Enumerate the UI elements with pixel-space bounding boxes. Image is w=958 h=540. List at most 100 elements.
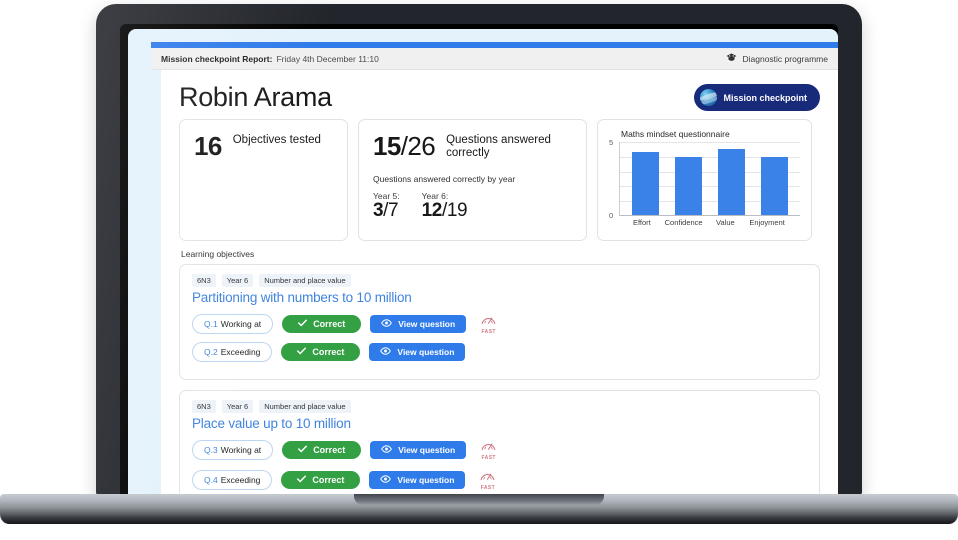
page-title: Robin Arama bbox=[179, 82, 332, 112]
question-status-label: Correct bbox=[312, 347, 345, 357]
y-axis-tick-max: 5 bbox=[609, 138, 614, 147]
chart-bar bbox=[632, 152, 659, 215]
question-status-label: Correct bbox=[313, 444, 346, 455]
speed-label: FAST bbox=[481, 329, 496, 335]
question-number: Q.4 bbox=[204, 474, 218, 485]
objectives-tested-card: 16 Objectives tested bbox=[179, 119, 348, 241]
check-icon bbox=[298, 319, 308, 329]
question-level-label: Exceeding bbox=[220, 347, 261, 357]
eye-icon bbox=[380, 347, 392, 357]
chart-x-axis-labels: Effort Confidence Value Enjoyment bbox=[607, 216, 802, 227]
report-meta-bar: Mission checkpoint Report: Friday 4th De… bbox=[151, 48, 838, 70]
objective-title[interactable]: Place value up to 10 million bbox=[192, 416, 807, 431]
laptop-lid: Mission checkpoint Report: Friday 4th De… bbox=[96, 4, 862, 496]
chart-x-label: Enjoyment bbox=[749, 218, 785, 227]
view-question-label: View question bbox=[398, 444, 456, 455]
speedometer-icon bbox=[481, 438, 496, 456]
mission-checkpoint-badge[interactable]: Mission checkpoint bbox=[694, 84, 820, 111]
check-icon bbox=[297, 347, 307, 357]
questions-by-year-label: Questions answered correctly by year bbox=[373, 173, 516, 184]
laptop-screen-bezel: Mission checkpoint Report: Friday 4th De… bbox=[120, 24, 838, 496]
objective-tag: 6N3 bbox=[192, 274, 216, 287]
question-number: Q.2 bbox=[204, 347, 218, 357]
chart-x-label: Effort bbox=[632, 218, 651, 227]
questions-correct-fraction: 15/26 bbox=[373, 131, 436, 161]
mission-checkpoint-label: Mission checkpoint bbox=[723, 92, 807, 103]
year6-value: 12/19 bbox=[422, 199, 468, 221]
year5-numerator: 3 bbox=[373, 199, 384, 221]
check-icon bbox=[297, 475, 307, 485]
question-level-pill[interactable]: Q.1 Working at bbox=[192, 313, 274, 334]
speed-label: FAST bbox=[481, 455, 496, 461]
speedometer-icon bbox=[481, 312, 496, 330]
year5-value: 3/7 bbox=[373, 199, 400, 221]
diagnostic-programme-label: Diagnostic programme bbox=[742, 53, 828, 64]
question-level-label: Exceeding bbox=[220, 474, 261, 485]
year6-denominator: /19 bbox=[441, 199, 468, 221]
speedometer-icon bbox=[480, 468, 495, 486]
view-question-button[interactable]: View question bbox=[370, 440, 467, 459]
question-row: Q.1 Working at Correct View question FAST bbox=[192, 312, 807, 335]
question-level-pill[interactable]: Q.2 Exceeding bbox=[192, 342, 273, 362]
check-icon bbox=[298, 445, 308, 455]
questions-correct-label: Questions answered correctly bbox=[446, 134, 551, 159]
question-row: Q.2 Exceeding Correct View question bbox=[192, 342, 807, 362]
chart-title: Maths mindset questionnaire bbox=[621, 129, 730, 139]
view-question-label: View question bbox=[398, 318, 456, 329]
objectives-tested-label: Objectives tested bbox=[232, 134, 321, 146]
page-header: Robin Arama Mission checkpoint bbox=[161, 70, 838, 117]
view-question-label: View question bbox=[397, 347, 455, 357]
diagnostic-programme-link[interactable]: Diagnostic programme bbox=[726, 53, 828, 64]
learning-objectives-list: 6N3 Year 6 Number and place value Partition… bbox=[161, 264, 838, 496]
question-level-pill[interactable]: Q.3 Working at bbox=[192, 439, 274, 460]
objective-tag: Number and place value bbox=[259, 274, 351, 287]
speed-indicator: FAST bbox=[481, 438, 496, 461]
chart-plot-area: 5 0 bbox=[609, 138, 800, 220]
y-axis-tick-min: 0 bbox=[609, 211, 614, 220]
chart-bar bbox=[675, 156, 702, 215]
questions-by-year-values: Year 5: 3/7 Year 6: 12/19 bbox=[373, 191, 572, 221]
tag-row: 6N3 Year 6 Number and place value bbox=[192, 274, 807, 287]
chart-x-label: Value bbox=[716, 218, 735, 227]
question-level-pill[interactable]: Q.4 Exceeding bbox=[192, 469, 273, 490]
question-status-badge: Correct bbox=[281, 470, 361, 489]
mortarboard-icon bbox=[726, 53, 737, 64]
objective-tag: 6N3 bbox=[192, 400, 216, 413]
question-row: Q.3 Working at Correct View question FAST bbox=[192, 438, 807, 461]
question-status-badge: Correct bbox=[282, 314, 362, 333]
summary-cards: 16 Objectives tested 15/26 Questions ans… bbox=[161, 117, 838, 241]
questions-correct-denominator: /26 bbox=[400, 131, 436, 161]
year5-denominator: /7 bbox=[383, 199, 399, 221]
objective-tag: Year 6 bbox=[221, 400, 254, 413]
laptop-base bbox=[0, 494, 958, 524]
questions-correct-numerator: 15 bbox=[373, 131, 401, 161]
report-label: Mission checkpoint Report: bbox=[161, 53, 273, 64]
year5-stat: Year 5: 3/7 bbox=[373, 191, 400, 221]
year6-stat: Year 6: 12/19 bbox=[422, 191, 468, 221]
eye-icon bbox=[381, 444, 393, 455]
question-level-label: Working at bbox=[220, 444, 262, 455]
learning-objective-card: 6N3 Year 6 Number and place value Place val… bbox=[179, 390, 820, 496]
chart-bars bbox=[620, 142, 800, 215]
objectives-tested-value: 16 bbox=[194, 131, 222, 161]
view-question-button[interactable]: View question bbox=[370, 314, 467, 333]
objective-title[interactable]: Partitioning with numbers to 10 million bbox=[192, 290, 807, 305]
tag-row: 6N3 Year 6 Number and place value bbox=[192, 400, 807, 413]
view-question-button[interactable]: View question bbox=[369, 470, 466, 489]
report-content: Robin Arama Mission checkpoint 16 Object… bbox=[161, 70, 838, 496]
learning-objectives-heading: Learning objectives bbox=[181, 249, 255, 259]
speed-indicator: FAST bbox=[481, 312, 496, 335]
learning-objective-card: 6N3 Year 6 Number and place value Partition… bbox=[179, 264, 820, 380]
question-row: Q.4 Exceeding Correct View question FAST bbox=[192, 468, 807, 491]
question-level-label: Working at bbox=[220, 318, 262, 329]
report-date: Friday 4th December 11:10 bbox=[276, 53, 379, 64]
screen-viewport: Mission checkpoint Report: Friday 4th De… bbox=[128, 29, 838, 496]
view-question-button[interactable]: View question bbox=[369, 343, 466, 361]
chart-plot bbox=[619, 142, 800, 216]
question-number: Q.3 bbox=[204, 444, 218, 455]
question-status-badge: Correct bbox=[281, 343, 361, 361]
question-status-label: Correct bbox=[312, 474, 345, 485]
objective-tag: Number and place value bbox=[259, 400, 351, 413]
question-status-badge: Correct bbox=[282, 440, 362, 459]
question-number: Q.1 bbox=[204, 318, 218, 329]
